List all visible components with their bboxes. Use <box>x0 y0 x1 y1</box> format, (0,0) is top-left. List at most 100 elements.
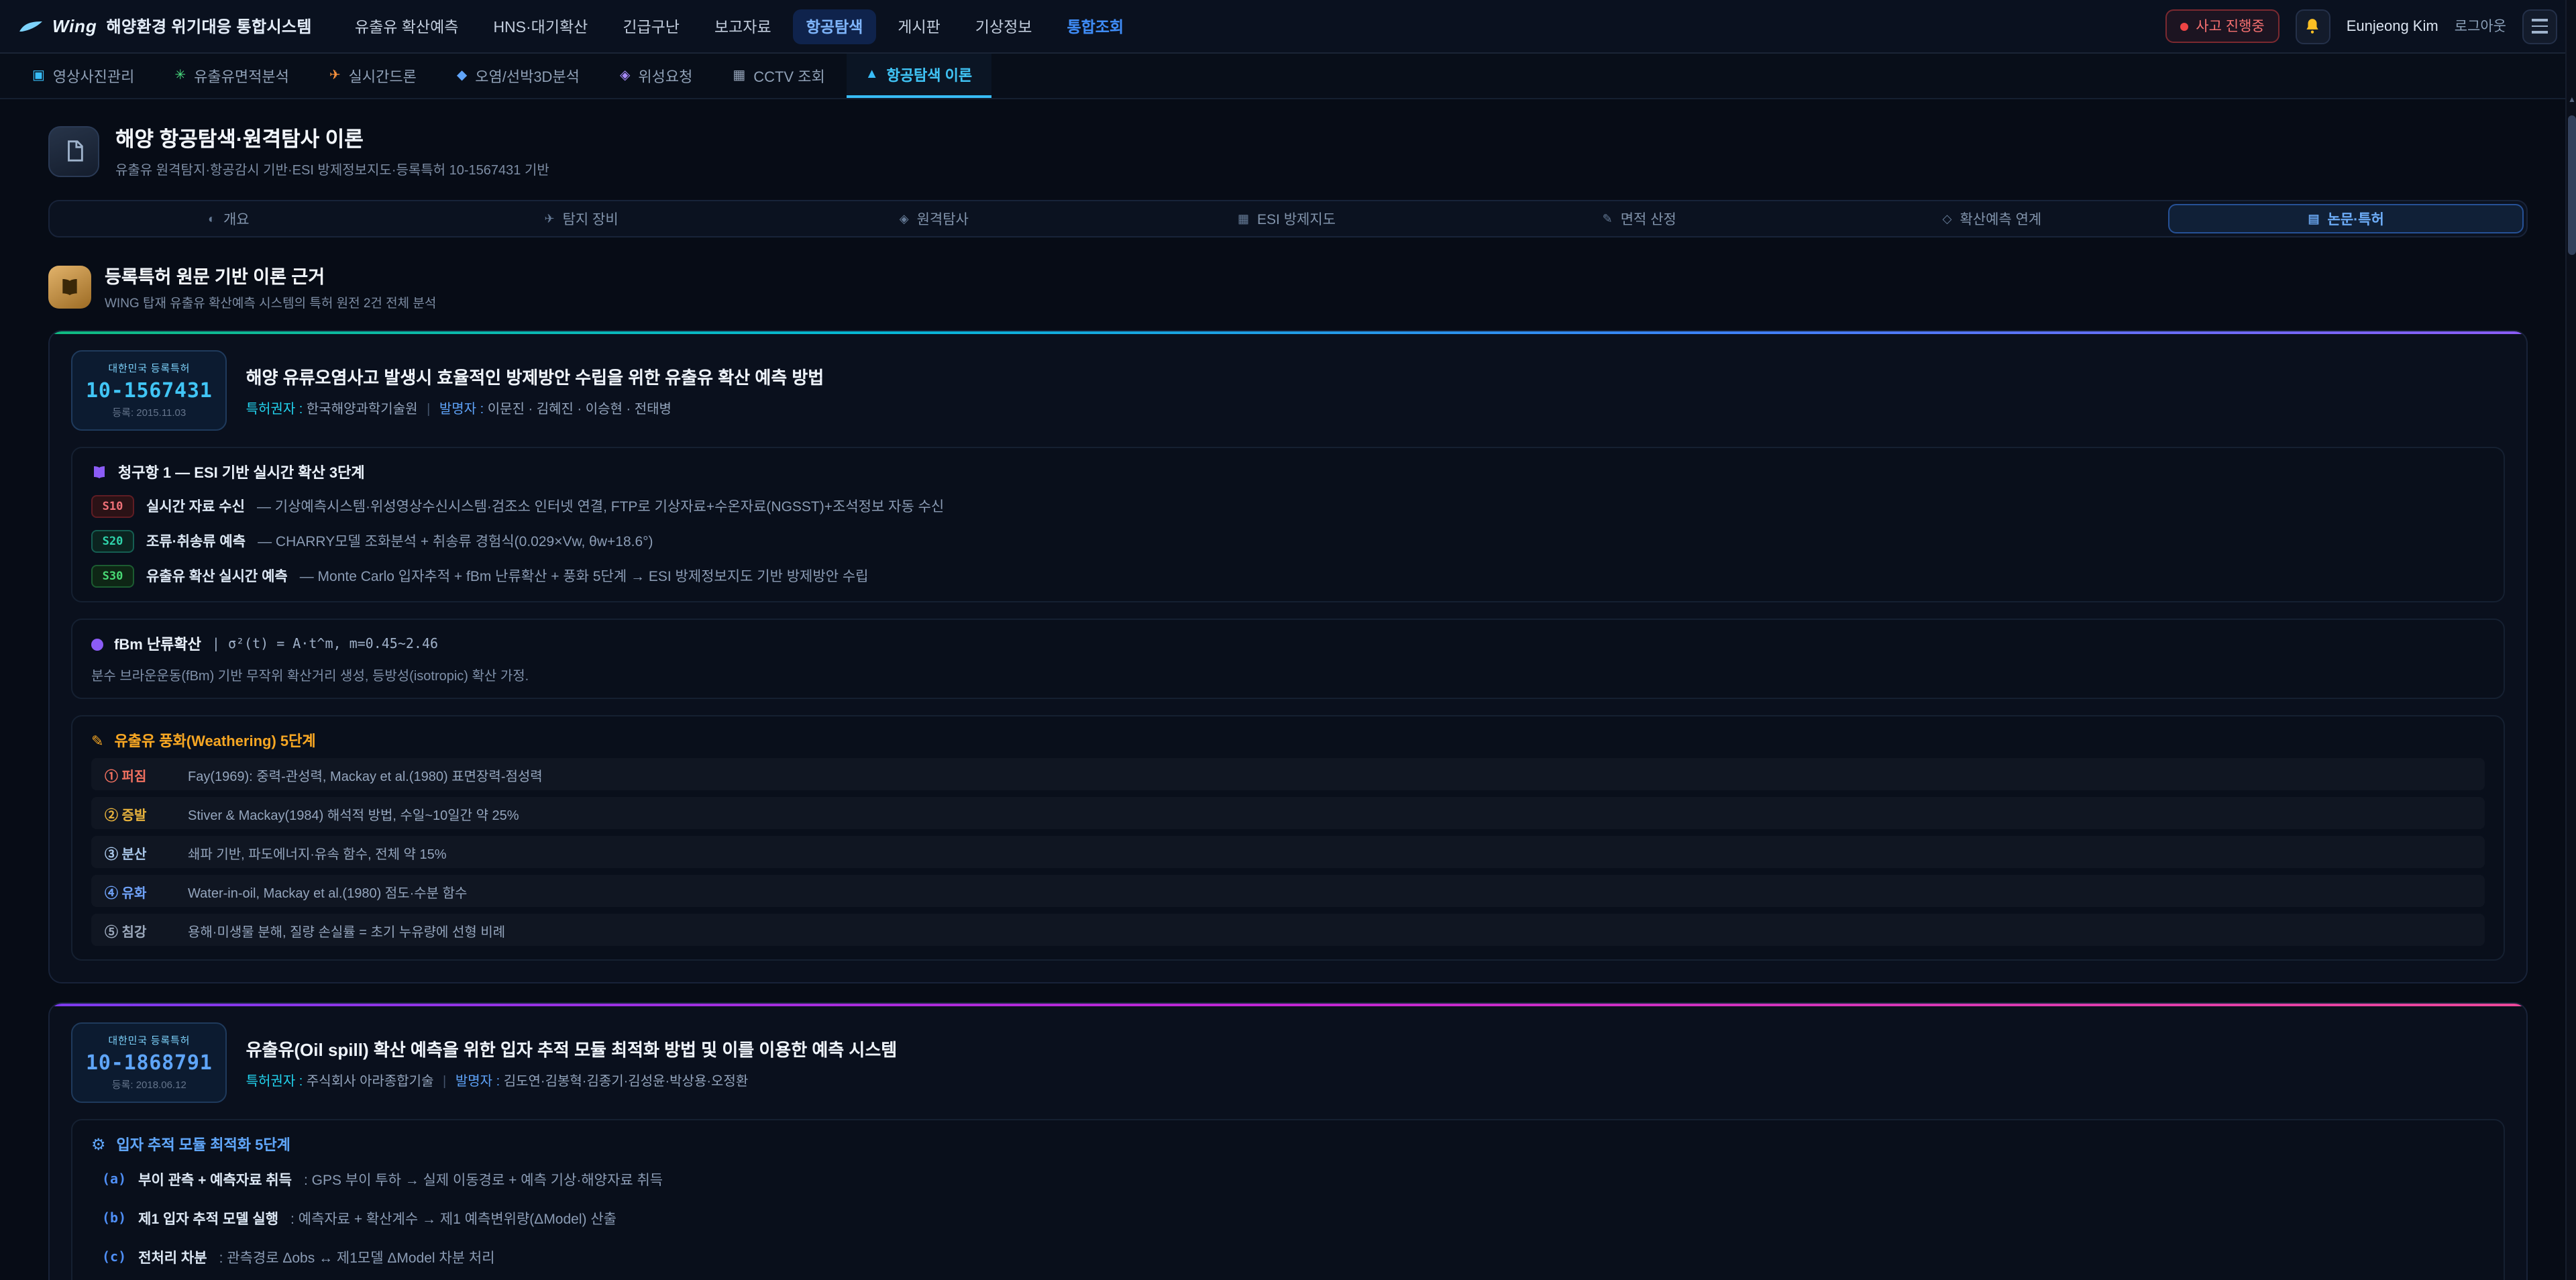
incident-dot-icon <box>2180 22 2188 30</box>
gear-icon: ⚙ <box>91 1135 106 1154</box>
fbm-dot-icon <box>91 638 103 650</box>
overview-icon: ◐ <box>208 212 215 225</box>
nav-item-oil-spill-prediction[interactable]: 유출유 확산예측 <box>341 9 472 44</box>
nav-item-integrated-search[interactable]: 통합조회 <box>1053 9 1137 44</box>
tab-label: 오염/선박3D분석 <box>475 65 580 87</box>
pencil-icon: ✎ <box>91 732 103 749</box>
claim-panel: 청구항 1 — ESI 기반 실시간 확산 3단계 S10 실시간 자료 수신 … <box>71 447 2505 602</box>
optimization-step-row: (c) 전처리 차분 : 관측경로 Δobs ↔ 제1모델 ΔModel 차분 … <box>91 1242 2485 1272</box>
scrollbar-thumb[interactable] <box>2568 115 2576 255</box>
claim-row: S10 실시간 자료 수신 — 기상예측시스템·위성영상수신시스템·검조소 인터… <box>91 495 2485 518</box>
theory-icon: ▲ <box>865 67 879 82</box>
tab-label: 유출유면적분석 <box>194 65 289 87</box>
patent-meta: 특허권자 : 주식회사 아라종합기술 | 발명자 : 김도연·김봉혁·김종기·김… <box>246 1069 898 1089</box>
main-content: 해양 항공탐색·원격탐사 이론 유출유 원격탐지·항공감시 기반·ESI 방제정… <box>0 99 2576 1280</box>
nav-item-aerial-search[interactable]: 항공탐색 <box>793 9 877 44</box>
pill-overview[interactable]: ◐ 개요 <box>52 204 405 233</box>
tab-label: CCTV 조회 <box>753 65 825 87</box>
optimization-title: 입자 추적 모듈 최적화 5단계 <box>117 1134 290 1155</box>
patent-number-badge: 대한민국 등록특허 10-1868791 등록: 2018.06.12 <box>71 1022 227 1103</box>
cctv-icon: ▦ <box>733 68 745 83</box>
claim-row: S30 유출유 확산 실시간 예측 — Monte Carlo 입자추적 + f… <box>91 565 2485 588</box>
camera-icon: ▣ <box>32 68 45 83</box>
top-navbar: Wing 해양환경 위기대응 통합시스템 유출유 확산예측 HNS·대기확산 긴… <box>0 0 2576 54</box>
patent-number: 10-1868791 <box>86 1051 213 1075</box>
hamburger-menu-button[interactable] <box>2522 9 2557 44</box>
area-analysis-icon: ✳ <box>174 68 186 83</box>
tab-satellite-request[interactable]: ◈ 위성요청 <box>601 54 711 98</box>
weathering-row: ⑤ 침강 용해·미생물 분해, 질량 손실률 = 초기 누유량에 선형 비례 <box>91 914 2485 946</box>
detection-equipment-icon: ✈ <box>544 211 554 226</box>
pill-papers-patents[interactable]: ▤ 논문·특허 <box>2168 204 2524 233</box>
document-icon <box>62 140 85 162</box>
esi-map-icon: ▦ <box>1238 211 1249 226</box>
tab-image-photo-management[interactable]: ▣ 영상사진관리 <box>13 54 153 98</box>
tab-aerial-search-theory[interactable]: ▲ 항공탐색 이론 <box>847 54 991 98</box>
patent-card-1868791: 대한민국 등록특허 10-1868791 등록: 2018.06.12 유출유(… <box>48 1002 2528 1280</box>
navbar-right: 사고 진행중 Eunjeong Kim 로그아웃 <box>2165 9 2557 44</box>
optimization-step-row: (a) 부이 관측 + 예측자료 취득 : GPS 부이 투하 → 실제 이동경… <box>91 1165 2485 1194</box>
pill-remote-sensing[interactable]: ◈ 원격탐사 <box>757 204 1110 233</box>
nav-item-board[interactable]: 게시판 <box>884 9 954 44</box>
area-calc-icon: ✎ <box>1603 211 1613 226</box>
tab-label: 항공탐색 이론 <box>887 64 973 85</box>
tab-realtime-drone[interactable]: ✈ 실시간드론 <box>311 54 435 98</box>
nav-item-emergency-rescue[interactable]: 긴급구난 <box>609 9 693 44</box>
book-icon <box>48 265 91 308</box>
patent-number: 10-1567431 <box>86 378 213 403</box>
page-title: 해양 항공탐색·원격탐사 이론 <box>115 123 549 153</box>
patent-card-header: 대한민국 등록특허 10-1567431 등록: 2015.11.03 해양 유… <box>71 350 2505 431</box>
pollution-ship-3d-icon: ◆ <box>457 68 467 83</box>
notification-bell-button[interactable] <box>2296 9 2330 44</box>
logout-link[interactable]: 로그아웃 <box>2455 16 2506 36</box>
patent-meta: 특허권자 : 한국해양과학기술원 | 발명자 : 이문진 · 김혜진 · 이승현… <box>246 397 824 417</box>
incident-status-badge[interactable]: 사고 진행중 <box>2165 9 2279 43</box>
fbm-title: fBm 난류확산 <box>114 633 201 655</box>
weathering-panel: ✎ 유출유 풍화(Weathering) 5단계 ① 퍼짐 Fay(1969):… <box>71 715 2505 961</box>
pill-area-calc[interactable]: ✎ 면적 산정 <box>1463 204 1816 233</box>
app-logo[interactable]: Wing 해양환경 위기대응 통합시스템 <box>19 15 312 38</box>
scroll-up-arrow-icon[interactable]: ▲ <box>2567 97 2576 105</box>
logo-mark: Wing <box>52 16 97 36</box>
weathering-row: ③ 분산 쇄파 기반, 파도에너지·유속 함수, 전체 약 15% <box>91 836 2485 868</box>
patent-reg-date: 등록: 2018.06.12 <box>112 1077 186 1092</box>
tab-oil-area-analysis[interactable]: ✳ 유출유면적분석 <box>156 54 307 98</box>
incident-label: 사고 진행중 <box>2196 16 2264 36</box>
pill-detection-equipment[interactable]: ✈ 탐지 장비 <box>405 204 758 233</box>
prediction-link-icon: ◇ <box>1943 211 1952 226</box>
page-header: 해양 항공탐색·원격탐사 이론 유출유 원격탐지·항공감시 기반·ESI 방제정… <box>48 123 2528 178</box>
step-badge: S10 <box>91 495 134 518</box>
weathering-row: ② 증발 Stiver & Mackay(1984) 해석적 방법, 수일~10… <box>91 797 2485 829</box>
optimization-panel: ⚙ 입자 추적 모듈 최적화 5단계 (a) 부이 관측 + 예측자료 취득 :… <box>71 1119 2505 1280</box>
vertical-scrollbar[interactable]: ▲ <box>2565 0 2576 1280</box>
nav-item-weather-info[interactable]: 기상정보 <box>962 9 1046 44</box>
claim-row: S20 조류·취송류 예측 — CHARRY모델 조화분석 + 취송류 경험식(… <box>91 530 2485 553</box>
fbm-formula: | σ²(t) = A·t^m, m=0.45~2.46 <box>212 637 438 651</box>
patent-number-badge: 대한민국 등록특허 10-1567431 등록: 2015.11.03 <box>71 350 227 431</box>
step-badge: S20 <box>91 530 134 553</box>
remote-sensing-icon: ◈ <box>900 211 909 226</box>
wing-logo-icon <box>19 18 43 34</box>
main-menu: 유출유 확산예측 HNS·대기확산 긴급구난 보고자료 항공탐색 게시판 기상정… <box>341 9 1137 44</box>
patent-title: 해양 유류오염사고 발생시 효율적인 방제방안 수립을 위한 유출유 확산 예측… <box>246 364 824 389</box>
satellite-icon: ◈ <box>620 68 630 83</box>
bell-icon <box>2304 17 2322 35</box>
nav-item-hns-air-diffusion[interactable]: HNS·대기확산 <box>480 9 601 44</box>
sub-tab-bar: ▣ 영상사진관리 ✳ 유출유면적분석 ✈ 실시간드론 ◆ 오염/선박3D분석 ◈… <box>0 54 2576 99</box>
nav-item-reports[interactable]: 보고자료 <box>701 9 785 44</box>
tab-cctv-view[interactable]: ▦ CCTV 조회 <box>714 54 843 98</box>
page-icon <box>48 125 99 176</box>
weathering-title: 유출유 풍화(Weathering) 5단계 <box>114 730 315 751</box>
pill-esi-map[interactable]: ▦ ESI 방제지도 <box>1110 204 1463 233</box>
tab-label: 실시간드론 <box>349 65 417 87</box>
patent-card-header: 대한민국 등록특허 10-1868791 등록: 2018.06.12 유출유(… <box>71 1022 2505 1103</box>
patent-title: 유출유(Oil spill) 확산 예측을 위한 입자 추적 모듈 최적화 방법… <box>246 1036 898 1061</box>
tab-pollution-ship-3d[interactable]: ◆ 오염/선박3D분석 <box>438 54 598 98</box>
step-badge: S30 <box>91 565 134 588</box>
tab-label: 위성요청 <box>638 65 692 87</box>
tab-label: 영상사진관리 <box>53 65 134 87</box>
pill-prediction-link[interactable]: ◇ 확산예측 연계 <box>1816 204 2169 233</box>
optimization-step-row: (b) 제1 입자 추적 모델 실행 : 예측자료 + 확산계수 → 제1 예측… <box>91 1204 2485 1233</box>
claim-title: 청구항 1 — ESI 기반 실시간 확산 3단계 <box>118 462 365 483</box>
claim-book-icon <box>91 464 107 480</box>
